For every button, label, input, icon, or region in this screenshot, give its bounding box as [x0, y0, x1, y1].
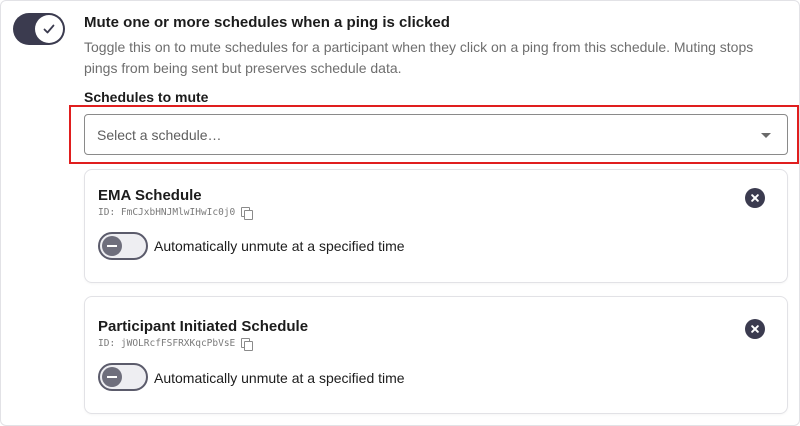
- schedule-id: ID: jWOLRcfFSFRXKqcPbVsE: [98, 338, 236, 349]
- copy-icon[interactable]: [241, 207, 254, 220]
- schedule-id-line: ID: FmCJxbHNJMlwIHwIc0j0: [98, 207, 254, 220]
- schedule-id: ID: FmCJxbHNJMlwIHwIc0j0: [98, 207, 236, 218]
- auto-unmute-toggle[interactable]: [98, 363, 148, 391]
- setting-description: Toggle this on to mute schedules for a p…: [84, 39, 754, 76]
- toggle-knob: [35, 15, 63, 43]
- auto-unmute-label: Automatically unmute at a specified time: [154, 370, 405, 386]
- check-icon: [43, 24, 55, 34]
- schedule-name: Participant Initiated Schedule: [98, 318, 309, 335]
- schedule-card-ema: EMA Schedule ID: FmCJxbHNJMlwIHwIc0j0 Au…: [84, 169, 788, 283]
- minus-icon: [102, 236, 122, 256]
- copy-icon[interactable]: [241, 338, 254, 351]
- remove-schedule-button[interactable]: [745, 188, 765, 208]
- auto-unmute-toggle[interactable]: [98, 232, 148, 260]
- setting-title: Mute one or more schedules when a ping i…: [84, 14, 450, 31]
- mute-schedules-toggle[interactable]: [13, 13, 65, 45]
- schedule-select-placeholder: Select a schedule…: [97, 127, 222, 143]
- mute-settings-panel: Mute one or more schedules when a ping i…: [0, 0, 800, 426]
- schedules-to-mute-label: Schedules to mute: [84, 89, 209, 105]
- remove-schedule-button[interactable]: [745, 319, 765, 339]
- schedule-select[interactable]: Select a schedule…: [84, 114, 788, 155]
- minus-icon: [102, 367, 122, 387]
- schedule-id-line: ID: jWOLRcfFSFRXKqcPbVsE: [98, 338, 254, 351]
- schedule-name: EMA Schedule: [98, 187, 202, 204]
- auto-unmute-label: Automatically unmute at a specified time: [154, 238, 405, 254]
- caret-down-icon: [761, 133, 771, 138]
- schedule-card-participant-initiated: Participant Initiated Schedule ID: jWOLR…: [84, 296, 788, 414]
